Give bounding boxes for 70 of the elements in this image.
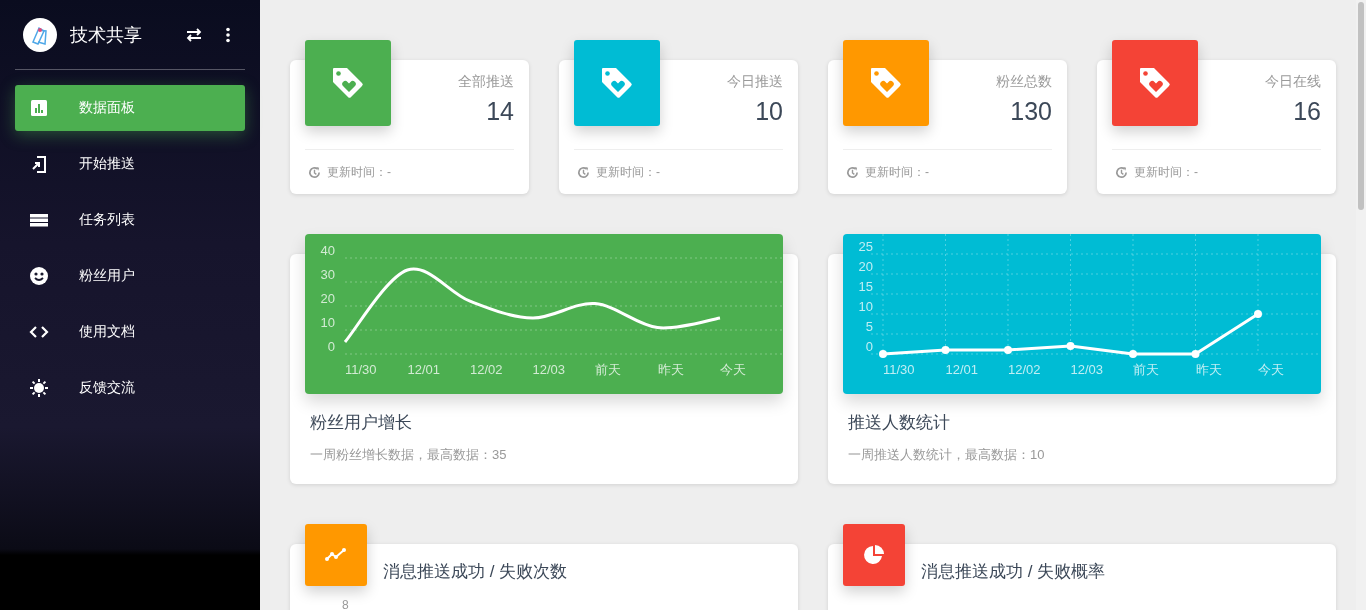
- tag-heart-icon: [1137, 65, 1173, 101]
- update-time: 更新时间：-: [596, 163, 660, 181]
- axis-tick-label: 今天: [720, 362, 746, 377]
- clock-icon: [846, 165, 859, 179]
- bar-chart-icon: [29, 98, 49, 118]
- update-time: 更新时间：-: [1134, 163, 1198, 181]
- chart-title: 消息推送成功 / 失败次数: [383, 561, 568, 583]
- axis-tick-label: 11/30: [883, 362, 915, 377]
- nav-item[interactable]: 使用文档: [15, 309, 245, 355]
- nav-item[interactable]: 开始推送: [15, 141, 245, 187]
- data-point: [1066, 342, 1075, 350]
- pie-chart-icon: [863, 544, 885, 566]
- data-point: [1254, 310, 1262, 318]
- data-point: [1129, 350, 1137, 358]
- axis-tick-label: 前天: [1133, 362, 1159, 377]
- clock-icon: [308, 165, 321, 179]
- data-point: [879, 350, 887, 358]
- axis-tick-label: 10: [858, 299, 873, 314]
- stat-value: 14: [485, 97, 514, 126]
- axis-tick-label: 5: [865, 319, 873, 334]
- axis-tick-label: 30: [320, 267, 335, 282]
- axis-tick-label: 0: [327, 339, 335, 354]
- axis-tick-label: 12/03: [1070, 362, 1104, 377]
- update-time: 更新时间：-: [327, 163, 391, 181]
- stat-label: 粉丝总数: [996, 73, 1052, 91]
- axis-tick-label: 15: [858, 279, 873, 294]
- axis-tick-label: 今天: [1258, 362, 1284, 377]
- clock-icon: [1115, 165, 1128, 179]
- tag-heart-icon: [599, 65, 635, 101]
- data-point: [1004, 346, 1012, 354]
- stat-label: 全部推送: [458, 73, 514, 91]
- sun-icon: [29, 378, 49, 398]
- axis-tick-label: 11/30: [345, 362, 377, 377]
- axis-tick-label: 昨天: [1195, 362, 1222, 377]
- nav-item[interactable]: 任务列表: [15, 197, 245, 243]
- axis-tick-label: 20: [320, 291, 335, 306]
- axis-tick-label: 12/02: [470, 362, 503, 377]
- axis-tick-label: 10: [320, 315, 335, 330]
- face-icon: [29, 266, 49, 286]
- axis-tick-label: 12/02: [1008, 362, 1041, 377]
- chart-title: 推送人数统计: [847, 412, 951, 434]
- tag-heart-icon: [868, 65, 904, 101]
- axis-tick-label: 40: [320, 243, 335, 258]
- stat-value: 10: [754, 97, 783, 126]
- stat-value: 130: [1009, 97, 1052, 126]
- chart-title: 消息推送成功 / 失败概率: [921, 561, 1106, 583]
- axis-tick-label: 昨天: [657, 362, 684, 377]
- stat-value: 16: [1292, 97, 1321, 126]
- axis-tick-label: 0: [865, 339, 873, 354]
- stat-label: 今日推送: [727, 73, 783, 91]
- axis-tick-label: 20: [858, 259, 873, 274]
- axis-tick-label: 前天: [595, 362, 621, 377]
- brand-title: 技术共享: [70, 23, 143, 47]
- axis-tick-label: 8: [342, 598, 350, 610]
- axis-tick-label: 12/01: [945, 362, 979, 377]
- logo-icon: [23, 17, 57, 52]
- clock-icon: [577, 165, 590, 179]
- axis-tick-label: 12/01: [407, 362, 441, 377]
- axis-tick-label: 25: [858, 239, 873, 254]
- chart-title: 粉丝用户增长: [309, 412, 413, 434]
- nav-item[interactable]: 粉丝用户: [15, 253, 245, 299]
- axis-tick-label: 12/03: [532, 362, 566, 377]
- data-point: [1191, 350, 1200, 358]
- update-time: 更新时间：-: [865, 163, 929, 181]
- stat-label: 今日在线: [1265, 73, 1321, 91]
- tag-heart-icon: [330, 65, 366, 101]
- scrollbar-thumb[interactable]: [1358, 2, 1364, 210]
- swap-arrows-icon[interactable]: [185, 25, 203, 44]
- data-point: [941, 346, 950, 354]
- nav-item[interactable]: 反馈交流: [15, 365, 245, 411]
